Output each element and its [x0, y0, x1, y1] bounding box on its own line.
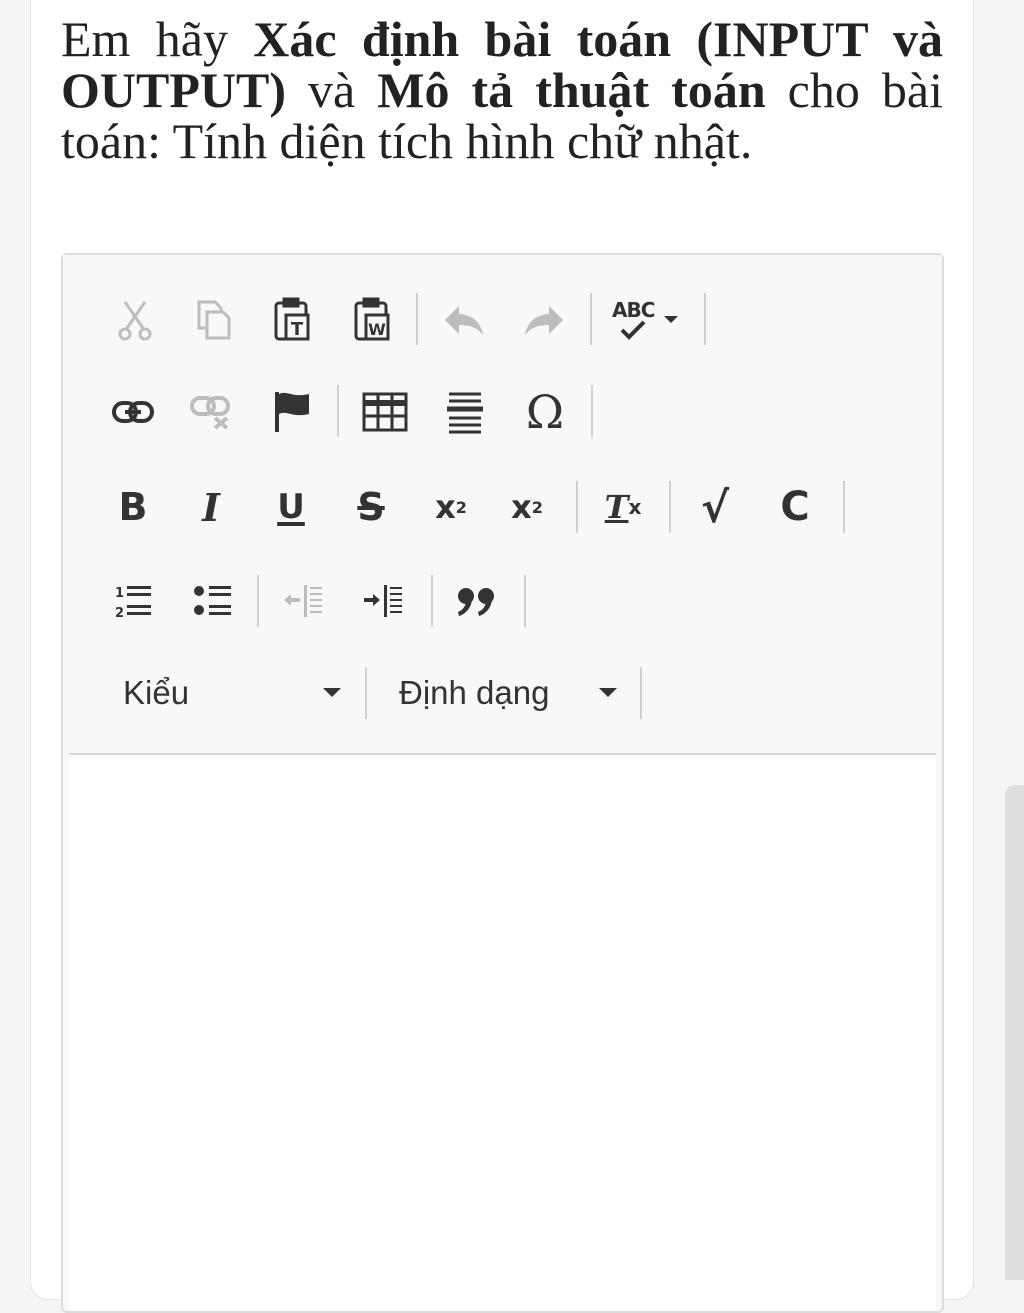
toolbar-separator	[365, 667, 367, 719]
subscript-button[interactable]: x2	[423, 479, 479, 535]
spellcheck-icon[interactable]: ABC	[608, 292, 688, 348]
numbered-list-icon[interactable]: 1 2	[105, 573, 161, 629]
toolbar-separator	[431, 575, 433, 627]
copy-icon[interactable]	[185, 292, 241, 348]
toolbar-separator	[257, 575, 259, 627]
toolbar-separator	[640, 667, 642, 719]
remove-format-button[interactable]: Tx	[595, 479, 651, 535]
toolbar-separator	[843, 481, 845, 533]
rich-text-editor: T W ABC Ω B I U S x 2 x 2 T x √ C 1 2 Ki…	[61, 253, 944, 1313]
editor-toolbar: T W ABC Ω B I U S x 2 x 2 T x √ C 1 2 Ki…	[63, 255, 942, 755]
toolbar-separator	[524, 575, 526, 627]
question-text: Em hãy Xác định bài toán (INPUT và OUTPU…	[61, 11, 944, 169]
styles-dropdown[interactable]: Kiểu	[123, 665, 341, 721]
blockquote-icon[interactable]	[449, 573, 505, 629]
styles-dropdown-label: Kiểu	[123, 674, 190, 711]
svg-text:T: T	[291, 319, 304, 340]
toolbar-separator	[591, 385, 593, 437]
table-icon[interactable]	[357, 384, 413, 440]
chevron-down-icon	[323, 688, 341, 697]
paste-word-icon[interactable]: W	[345, 292, 401, 348]
italic-button[interactable]: I	[183, 479, 239, 535]
anchor-icon[interactable]	[265, 384, 321, 440]
spellcheck-label: ABC	[612, 298, 655, 322]
toolbar-separator	[704, 293, 706, 345]
chemistry-button[interactable]: C	[767, 479, 823, 535]
redo-icon[interactable]	[515, 292, 571, 348]
math-formula-button[interactable]: √	[687, 479, 743, 535]
editor-content-area[interactable]	[69, 755, 936, 1311]
strikethrough-button[interactable]: S	[343, 479, 399, 535]
toolbar-separator	[590, 293, 592, 345]
format-dropdown[interactable]: Định dạng	[399, 665, 617, 721]
link-icon[interactable]	[105, 384, 161, 440]
toolbar-separator	[576, 481, 578, 533]
unlink-icon[interactable]	[183, 384, 239, 440]
special-char-icon[interactable]: Ω	[517, 384, 573, 440]
paste-text-icon[interactable]: T	[265, 292, 321, 348]
undo-icon[interactable]	[437, 292, 493, 348]
toolbar-separator	[669, 481, 671, 533]
svg-text:1: 1	[115, 586, 124, 601]
toolbar-separator	[416, 293, 418, 345]
outdent-icon[interactable]	[275, 573, 331, 629]
chevron-down-icon	[599, 688, 617, 697]
svg-text:2: 2	[115, 606, 124, 619]
page-scrollbar[interactable]	[1005, 785, 1024, 1280]
superscript-button[interactable]: x2	[499, 479, 555, 535]
horizontal-line-icon[interactable]	[437, 384, 493, 440]
svg-text:W: W	[368, 320, 386, 339]
indent-icon[interactable]	[355, 573, 411, 629]
format-dropdown-label: Định dạng	[399, 674, 550, 711]
cut-icon[interactable]	[107, 292, 163, 348]
bulleted-list-icon[interactable]	[185, 573, 241, 629]
underline-button[interactable]: U	[263, 479, 319, 535]
bold-button[interactable]: B	[105, 479, 161, 535]
toolbar-separator	[337, 385, 339, 437]
